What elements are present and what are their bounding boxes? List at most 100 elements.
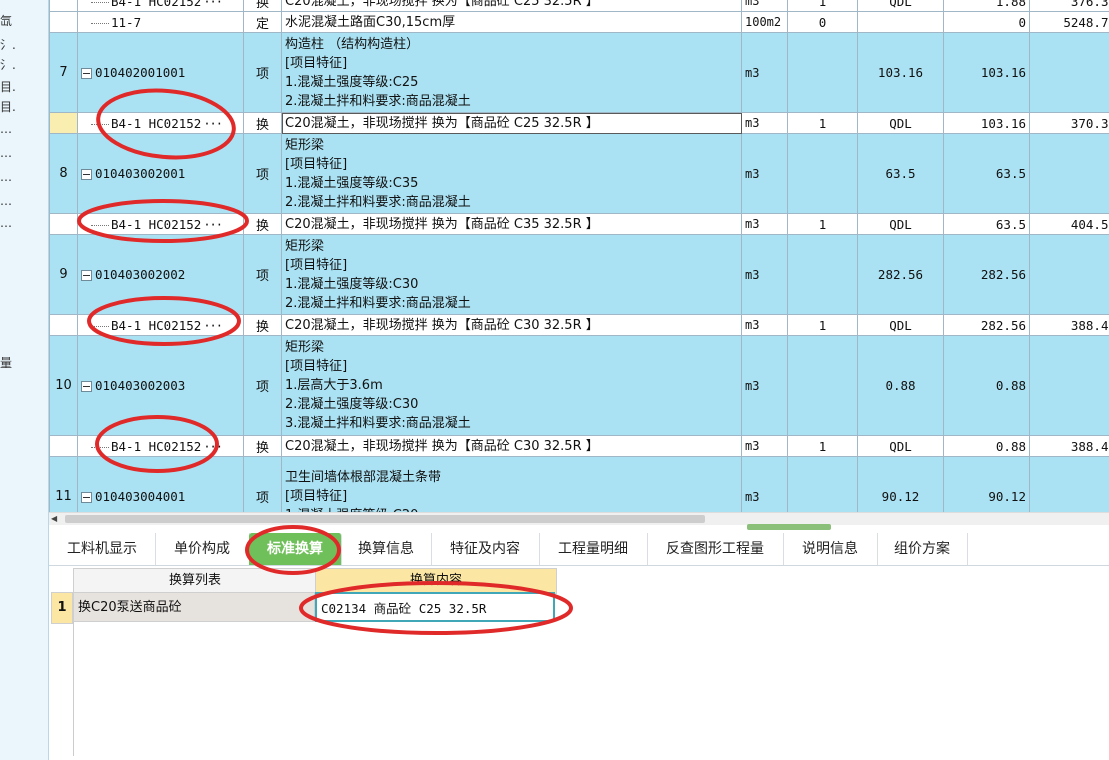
bill-item-row[interactable]: 11010403004001项卫生间墙体根部混凝土条带[项目特征]1.混凝土强度… [49, 456, 1109, 512]
collapse-icon[interactable] [81, 270, 92, 281]
tab-1[interactable]: 工料机显示 [49, 533, 156, 565]
bill-item-row[interactable]: 9 010403002002 项矩形梁 [项目特征] 1.混凝土强度等级:C30 2.混凝… [49, 234, 1109, 315]
tab-9[interactable]: 组价方案 [877, 533, 968, 565]
item-code: 11-7 [111, 14, 142, 30]
tab-5[interactable]: 特征及内容 [431, 533, 540, 565]
quantity-coefficient-cell: 1 [787, 314, 858, 336]
item-type-cell: 项 [243, 335, 282, 436]
quota-sub-row[interactable]: 11-7定水泥混凝土路面C30,15cm厚100m2005248.73 [49, 11, 1109, 33]
unit-price-cell: 5248.73 [1029, 11, 1109, 33]
collapse-icon[interactable] [81, 68, 92, 79]
bill-item-row[interactable]: 7 010402001001 项构造柱 （结构构造柱） [项目特征] 1.混凝土强度等级… [49, 32, 1109, 113]
left-panel-fragment[interactable]: 量 [0, 354, 12, 371]
quantity-expression-cell: 0.88 [857, 335, 944, 436]
bill-item-row[interactable]: 8 010403002001 项矩形梁 [项目特征] 1.混凝土强度等级:C35 2.混凝… [49, 133, 1109, 214]
description-line: C20混凝土，非现场搅拌 换为【商品砼 C25 32.5R 】 [285, 0, 599, 9]
item-code-cell[interactable]: 11-7 [77, 11, 244, 33]
left-panel-fragment[interactable]: … [0, 194, 12, 208]
item-description-cell[interactable]: 水泥混凝土路面C30,15cm厚 [281, 11, 742, 33]
row-number [49, 112, 78, 134]
unit-price-cell [1029, 456, 1109, 512]
item-code-cell[interactable]: 010402001001 [77, 32, 244, 113]
quantity-coefficient-cell: 1 [787, 0, 858, 12]
unit-cell: m3 [741, 133, 788, 214]
item-description-cell[interactable]: 卫生间墙体根部混凝土条带[项目特征]1.混凝土强度等级:C20 [281, 456, 742, 512]
conversion-content-cell[interactable]: C02134 商品砼 C25 32.5R [315, 592, 555, 622]
quota-sub-row[interactable]: B4-1 HC02152 ··· 换 C20混凝土，非现场搅拌 换为【商品砼 C25 … [49, 112, 1109, 134]
quantity-cell: 0.88 [943, 335, 1030, 436]
left-panel-fragment[interactable]: 氙 [0, 12, 12, 29]
quantity-expression-cell: QDL [857, 112, 944, 134]
row-index[interactable]: 1 [51, 592, 73, 624]
collapse-icon[interactable] [81, 492, 92, 503]
quota-sub-row[interactable]: B4-1 HC02152 ··· 换 C20混凝土，非现场搅拌 换为【商品砼 C30 … [49, 435, 1109, 457]
left-panel-fragment[interactable]: 氵. [0, 56, 16, 73]
item-description-cell[interactable]: C20混凝土，非现场搅拌 换为【商品砼 C25 32.5R 】 [281, 112, 742, 134]
left-panel-fragment[interactable]: … [0, 146, 12, 160]
more-icon[interactable]: ··· [203, 440, 223, 454]
item-description-cell[interactable]: C20混凝土，非现场搅拌 换为【商品砼 C35 32.5R 】 [281, 213, 742, 235]
item-description-cell[interactable]: 构造柱 （结构构造柱） [项目特征] 1.混凝土强度等级:C25 2.混凝土拌和料要求… [281, 32, 742, 113]
description-line: 水泥混凝土路面C30,15cm厚 [285, 14, 456, 30]
left-panel-fragment[interactable]: 目. [0, 78, 16, 95]
tab-2[interactable]: 单价构成 [155, 533, 250, 565]
collapse-icon[interactable] [81, 169, 92, 180]
conversion-name-cell[interactable]: 换C20泵送商品砼 [73, 592, 315, 622]
item-description-cell[interactable]: C20混凝土，非现场搅拌 换为【商品砼 C30 32.5R 】 [281, 435, 742, 457]
bill-item-row[interactable]: 10 010403002003 项矩形梁 [项目特征] 1.层高大于3.6m 2.混凝土强… [49, 335, 1109, 436]
left-panel-fragment[interactable]: … [0, 170, 12, 184]
left-panel-fragment[interactable]: 氵. [0, 36, 16, 53]
item-description-cell[interactable]: 矩形梁 [项目特征] 1.层高大于3.6m 2.混凝土强度等级:C30 3.混凝土拌和料… [281, 335, 742, 436]
description-line: [项目特征] [285, 55, 348, 71]
scrollbar-thumb[interactable] [65, 515, 705, 523]
item-description-cell[interactable]: C20混凝土，非现场搅拌 换为【商品砼 C25 32.5R 】 [281, 0, 742, 12]
collapse-icon[interactable] [81, 381, 92, 392]
tab-4[interactable]: 换算信息 [341, 533, 432, 565]
panel-splitter[interactable] [747, 524, 831, 530]
item-code-cell[interactable]: B4-1 HC02152 ··· [77, 0, 244, 12]
quantity-coefficient-cell: 1 [787, 435, 858, 457]
item-code: 010403002001 [95, 166, 186, 181]
bill-grid[interactable]: B4-1 HC02152 ··· 换 C20混凝土，非现场搅拌 换为【商品砼 C25 … [49, 0, 1109, 512]
item-type-cell: 项 [243, 133, 282, 214]
tab-8[interactable]: 说明信息 [783, 533, 878, 565]
quantity-cell: 103.16 [943, 32, 1030, 113]
description-line: [项目特征] [285, 489, 348, 504]
item-code-cell[interactable]: 010403002001 [77, 133, 244, 214]
scroll-left-icon[interactable]: ◀ [51, 514, 57, 523]
more-icon[interactable]: ··· [203, 117, 223, 131]
description-line: C20混凝土，非现场搅拌 换为【商品砼 C30 32.5R 】 [285, 317, 599, 333]
more-icon[interactable]: ··· [203, 319, 223, 333]
left-panel-fragment[interactable]: 目. [0, 98, 16, 115]
item-code-cell[interactable]: B4-1 HC02152 ··· [77, 435, 244, 457]
item-code: B4-1 HC02152 [111, 317, 202, 333]
horizontal-scrollbar[interactable]: ◀ [49, 512, 1109, 525]
tab-6[interactable]: 工程量明细 [539, 533, 648, 565]
item-description-cell[interactable]: 矩形梁 [项目特征] 1.混凝土强度等级:C30 2.混凝土拌和料要求:商品混凝土 [281, 234, 742, 315]
tree-connector [91, 325, 109, 327]
item-code-cell[interactable]: 010403002002 [77, 234, 244, 315]
item-code-cell[interactable]: 010403002003 [77, 335, 244, 436]
item-description-cell[interactable]: 矩形梁 [项目特征] 1.混凝土强度等级:C35 2.混凝土拌和料要求:商品混凝土 [281, 133, 742, 214]
unit-cell: m3 [741, 234, 788, 315]
description-line: 2.混凝土强度等级:C30 [285, 397, 419, 412]
tree-connector [91, 224, 109, 226]
more-icon[interactable]: ··· [203, 0, 223, 9]
item-type-cell: 换 [243, 213, 282, 235]
item-code-cell[interactable]: B4-1 HC02152 ··· [77, 314, 244, 336]
tab-3[interactable]: 标准换算 [249, 533, 342, 565]
left-panel-fragment[interactable]: … [0, 216, 12, 230]
item-code-cell[interactable]: B4-1 HC02152 ··· [77, 112, 244, 134]
quantity-coefficient-cell [787, 456, 858, 512]
unit-cell: m3 [741, 213, 788, 235]
item-code-cell[interactable]: 010403004001 [77, 456, 244, 512]
item-description-cell[interactable]: C20混凝土，非现场搅拌 换为【商品砼 C30 32.5R 】 [281, 314, 742, 336]
quota-sub-row[interactable]: B4-1 HC02152 ··· 换 C20混凝土，非现场搅拌 换为【商品砼 C35 … [49, 213, 1109, 235]
tab-7[interactable]: 反查图形工程量 [647, 533, 784, 565]
quota-sub-row[interactable]: B4-1 HC02152 ··· 换 C20混凝土，非现场搅拌 换为【商品砼 C30 … [49, 314, 1109, 336]
quota-sub-row[interactable]: B4-1 HC02152 ··· 换 C20混凝土，非现场搅拌 换为【商品砼 C25 … [49, 0, 1109, 12]
item-code-cell[interactable]: B4-1 HC02152 ··· [77, 213, 244, 235]
conversion-panel: 换算列表 换算内容 1 换C20泵送商品砼 C02134 商品砼 C25 32.… [49, 566, 1109, 760]
left-panel-fragment[interactable]: … [0, 122, 12, 136]
more-icon[interactable]: ··· [203, 218, 223, 232]
